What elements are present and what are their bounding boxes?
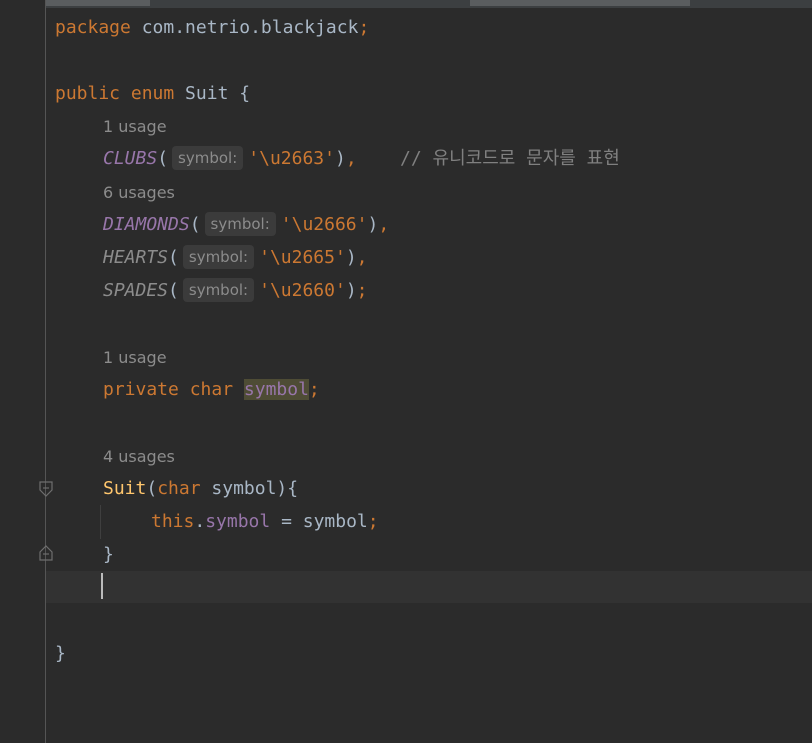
code-line-diamonds[interactable]: DIAMONDS(symbol: '\u2666'), <box>103 208 389 241</box>
code-line-constructor[interactable]: Suit(char symbol){ <box>103 472 298 505</box>
comma: , <box>378 214 390 235</box>
code-line-enum-declaration[interactable]: public enum Suit { <box>55 77 250 110</box>
comment-unicode: // 유니코드로 문자를 표현 <box>356 148 620 169</box>
paren-open: ( <box>146 478 158 499</box>
enum-constant-diamonds: DIAMONDS <box>103 214 190 235</box>
keyword-package: package <box>55 17 131 38</box>
text-caret <box>101 573 103 599</box>
paren-close: ) <box>345 280 357 301</box>
comma: , <box>345 148 357 169</box>
parameter-hint: symbol: <box>172 146 244 170</box>
editor-gutter[interactable] <box>0 0 46 743</box>
enum-constant-spades: SPADES <box>103 280 169 301</box>
paren-open: ( <box>189 214 201 235</box>
brace-close: } <box>55 643 66 664</box>
enum-constant-hearts: HEARTS <box>103 247 169 268</box>
fold-collapse-icon[interactable] <box>39 481 53 497</box>
char-literal-spades: '\u2660' <box>259 280 346 301</box>
char-literal-hearts: '\u2665' <box>259 247 346 268</box>
code-line-constructor-close[interactable]: } <box>103 538 114 571</box>
assignment-expression: = symbol <box>270 511 368 532</box>
fold-end-icon[interactable] <box>39 545 53 561</box>
code-line-spades[interactable]: SPADES(symbol: '\u2660'); <box>103 274 368 307</box>
code-line-enum-close[interactable]: } <box>55 637 66 670</box>
semicolon: ; <box>358 17 370 38</box>
keyword-private: private <box>103 379 179 400</box>
comma: , <box>356 247 368 268</box>
tab-fragment[interactable] <box>470 0 690 6</box>
usage-hint-diamonds[interactable]: 6 usages <box>103 183 175 203</box>
paren-close: ) <box>334 148 346 169</box>
brace-close: } <box>103 544 114 565</box>
usage-hint-constructor[interactable]: 4 usages <box>103 447 175 467</box>
char-literal-diamonds: '\u2666' <box>280 214 368 235</box>
usage-hint-clubs[interactable]: 1 usage <box>103 117 167 137</box>
keyword-enum: enum <box>120 83 175 104</box>
code-line-package[interactable]: package com.netrio.blackjack; <box>55 11 369 44</box>
code-line-clubs[interactable]: CLUBS(symbol: '\u2663'), // 유니코드로 문자를 표현 <box>103 142 620 175</box>
keyword-this: this <box>151 511 195 532</box>
package-name: com.netrio.blackjack <box>130 17 359 38</box>
parameter-hint: symbol: <box>204 212 276 236</box>
parameter-hint: symbol: <box>182 278 255 302</box>
field-symbol-highlighted: symbol <box>243 379 309 400</box>
semicolon: ; <box>356 280 368 301</box>
editor-tab-strip <box>0 0 812 8</box>
usage-hint-field[interactable]: 1 usage <box>103 348 167 368</box>
keyword-char: char <box>157 478 201 499</box>
code-line-field[interactable]: private char symbol; <box>103 373 320 406</box>
paren-close: ) <box>367 214 379 235</box>
code-line-assignment[interactable]: this.symbol = symbol; <box>151 505 379 538</box>
code-line-hearts[interactable]: HEARTS(symbol: '\u2665'), <box>103 241 368 274</box>
paren-open: ( <box>168 280 179 301</box>
paren-open: ( <box>157 148 169 169</box>
keyword-char: char <box>178 379 234 400</box>
current-line-highlight <box>46 571 812 603</box>
parameter-hint: symbol: <box>182 245 255 269</box>
paren-open: ( <box>168 247 179 268</box>
enum-constant-clubs: CLUBS <box>103 148 158 169</box>
field-reference: symbol <box>205 511 271 532</box>
gutter-divider <box>45 0 46 743</box>
constructor-params: symbol){ <box>200 478 299 499</box>
tab-fragment[interactable] <box>30 0 150 6</box>
char-literal-clubs: '\u2663' <box>248 148 335 169</box>
enum-name: Suit { <box>174 83 251 104</box>
paren-close: ) <box>345 247 357 268</box>
semicolon: ; <box>308 379 320 400</box>
keyword-public: public <box>55 83 121 104</box>
dot: . <box>194 511 206 532</box>
semicolon: ; <box>367 511 379 532</box>
indent-guide <box>100 505 101 539</box>
constructor-name: Suit <box>103 478 147 499</box>
